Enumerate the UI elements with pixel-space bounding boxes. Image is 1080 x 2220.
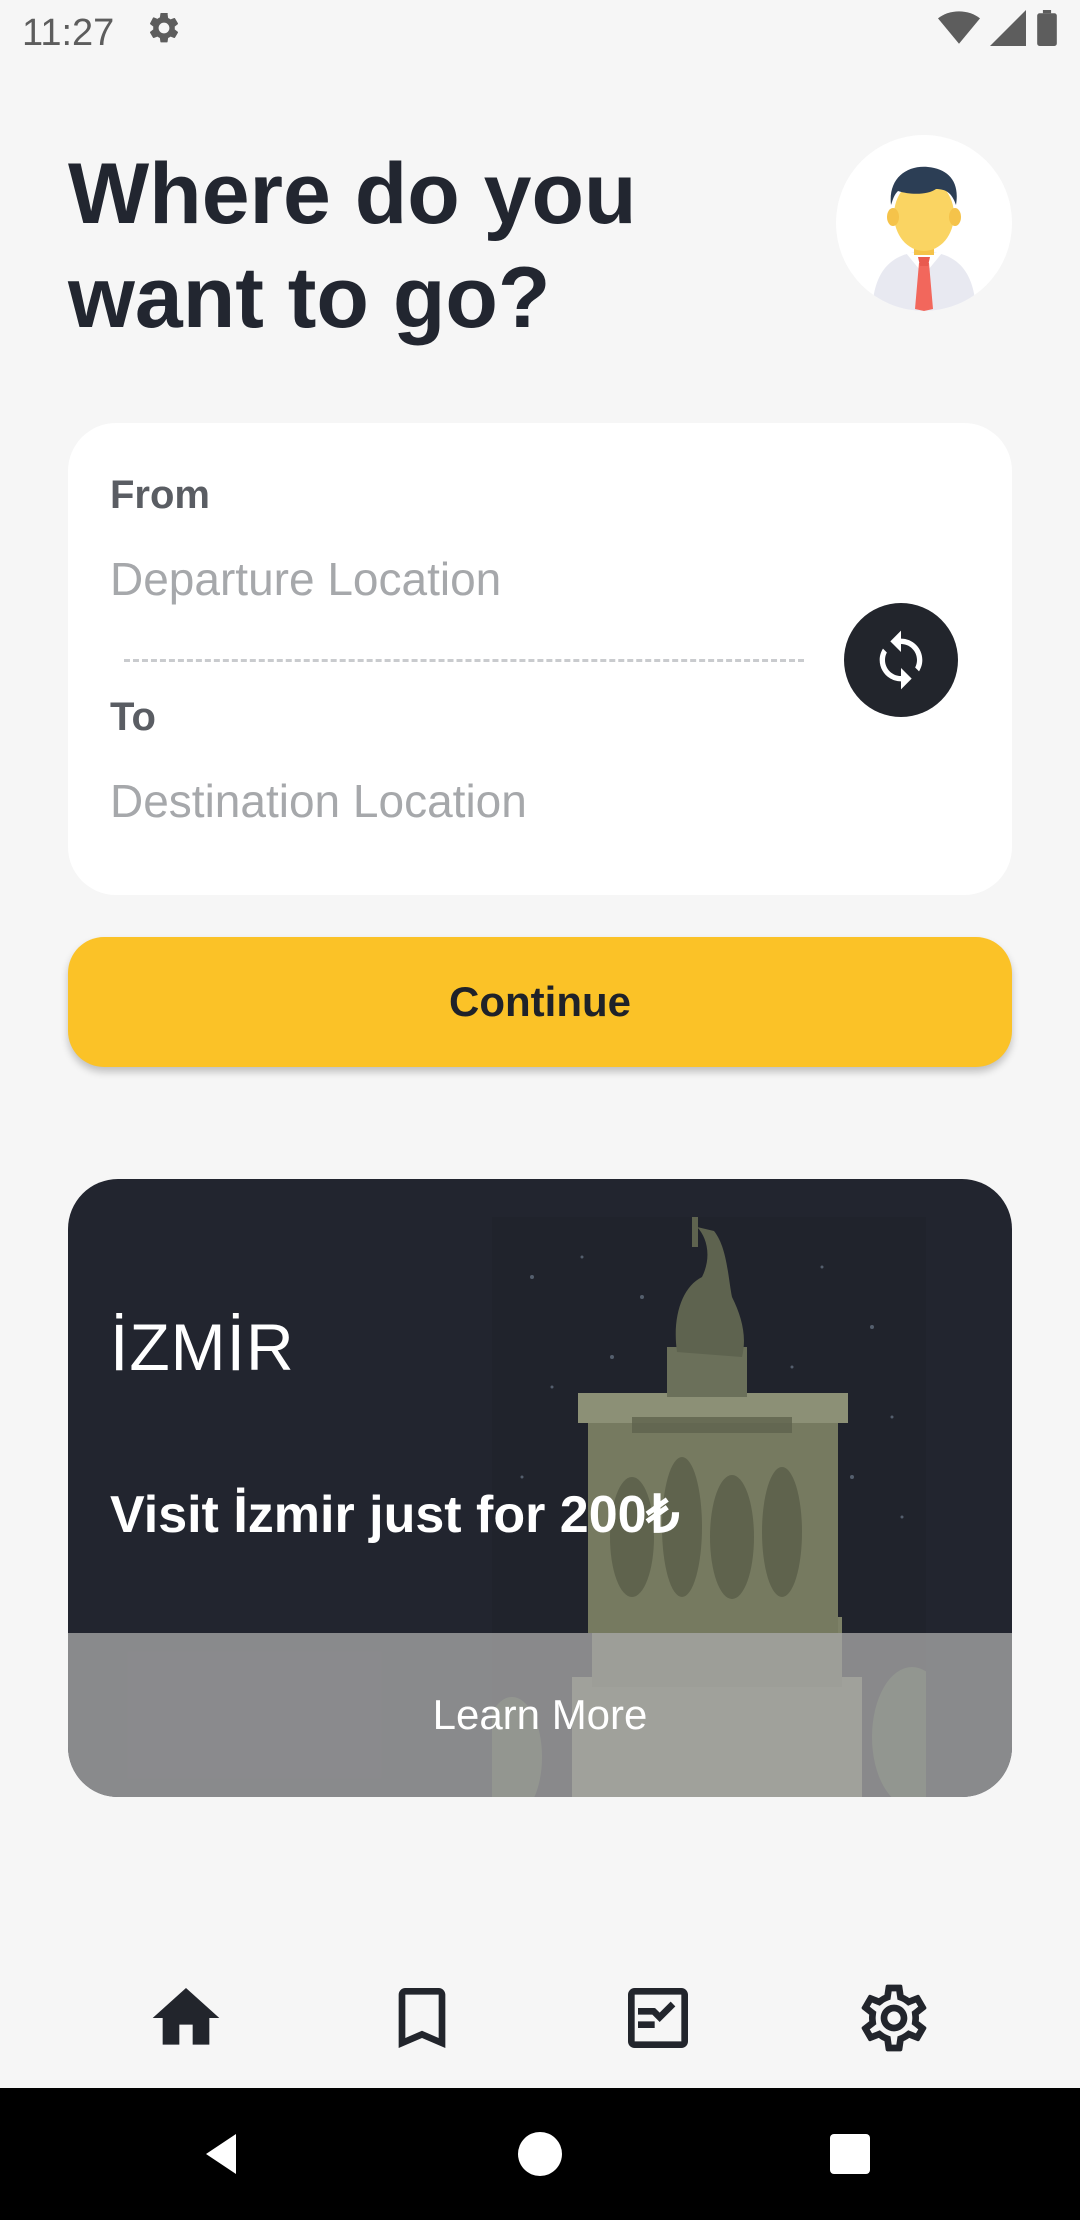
battery-icon — [1036, 10, 1058, 56]
user-avatar-icon — [836, 135, 1012, 311]
status-time: 11:27 — [22, 11, 115, 54]
nav-checklist[interactable] — [618, 1978, 698, 2058]
status-bar: 11:27 — [0, 0, 1080, 66]
checklist-icon — [628, 1988, 688, 2048]
promo-card[interactable]: İZMİR Visit İzmir just for 200₺ Learn Mo… — [68, 1179, 1012, 1797]
swap-button[interactable] — [844, 603, 958, 717]
recents-button[interactable] — [826, 2130, 874, 2178]
home-icon — [152, 1988, 220, 2045]
nav-settings[interactable] — [854, 1978, 934, 2058]
promo-city: İZMİR — [110, 1310, 295, 1384]
back-button[interactable] — [200, 2130, 248, 2178]
back-triangle-icon — [206, 2134, 236, 2174]
wifi-icon — [938, 10, 980, 56]
home-circle-icon — [518, 2132, 562, 2176]
nav-bookmarks[interactable] — [382, 1978, 462, 2058]
bookmark-icon — [398, 1988, 446, 2048]
nav-home[interactable] — [146, 1978, 226, 2058]
swap-icon — [879, 630, 923, 690]
status-right — [938, 10, 1058, 56]
page-title: Where do you want to go? — [68, 146, 637, 346]
bottom-nav — [0, 1948, 1080, 2088]
signal-icon — [990, 10, 1026, 56]
home-system-button[interactable] — [516, 2130, 564, 2178]
status-left: 11:27 — [22, 10, 182, 56]
system-nav-bar — [0, 2088, 1080, 2220]
avatar[interactable] — [836, 135, 1012, 311]
recents-square-icon — [830, 2134, 870, 2174]
gear-icon — [861, 1984, 927, 2052]
promo-text: Visit İzmir just for 200₺ — [110, 1486, 680, 1544]
settings-icon — [146, 10, 182, 56]
divider — [124, 659, 804, 662]
departure-input[interactable] — [110, 547, 830, 611]
route-card: From To — [68, 423, 1012, 895]
continue-button[interactable]: Continue — [68, 937, 1012, 1067]
destination-input[interactable] — [110, 769, 830, 833]
from-label: From — [110, 473, 210, 517]
to-label: To — [110, 695, 156, 739]
learn-more-button[interactable]: Learn More — [68, 1633, 1012, 1797]
